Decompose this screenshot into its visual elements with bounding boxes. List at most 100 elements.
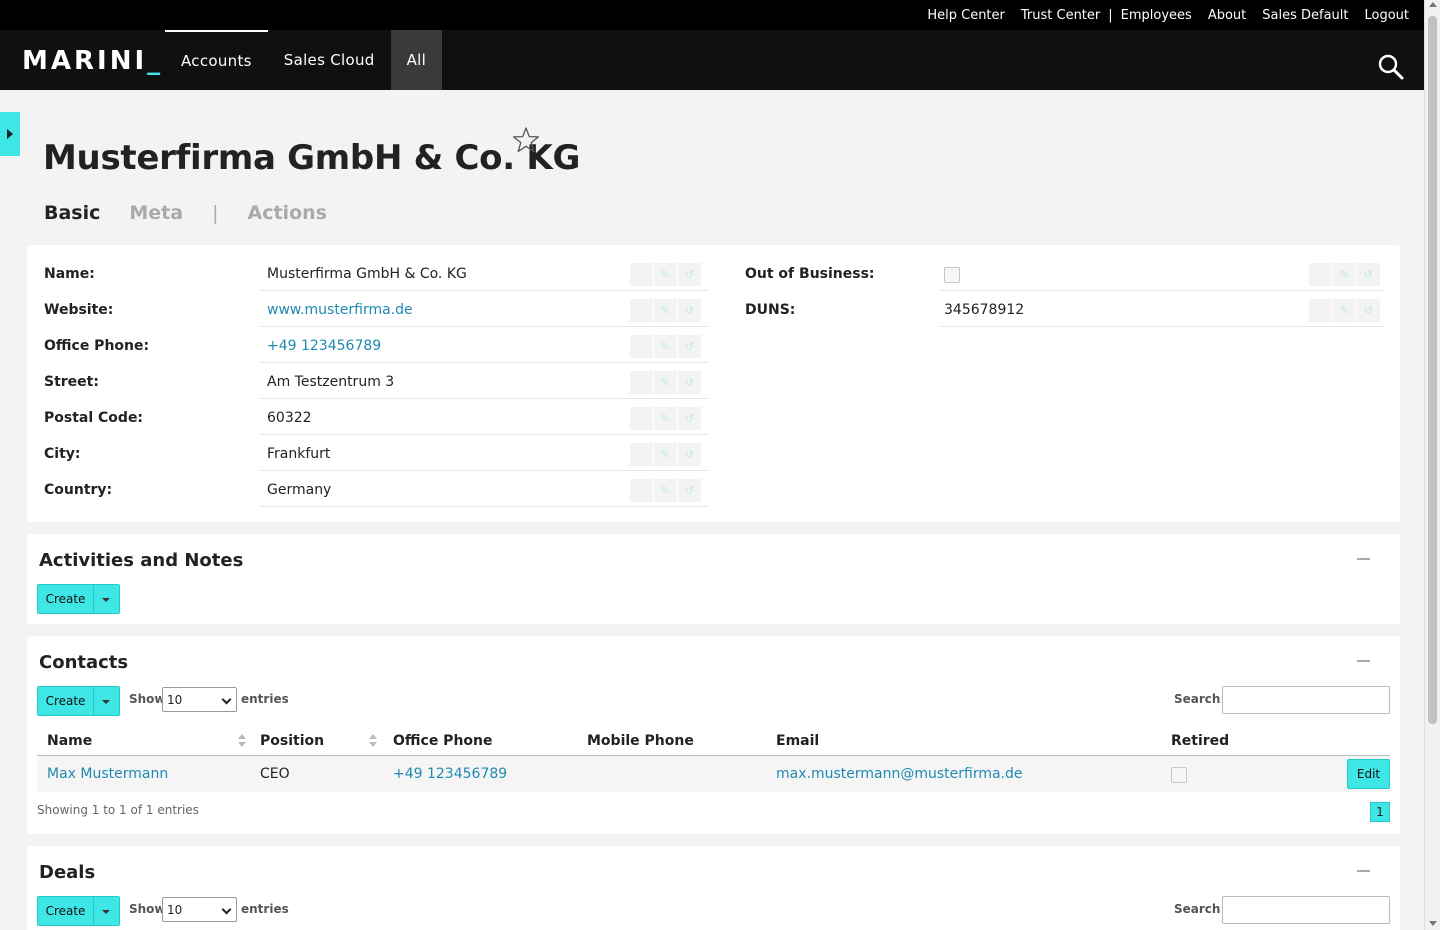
sort-icon[interactable] — [369, 734, 377, 748]
pencil-icon[interactable]: ✎ — [654, 407, 677, 430]
history-icon[interactable]: ↺ — [678, 299, 701, 322]
table-info: Showing 1 to 1 of 1 entries — [37, 803, 199, 817]
field-divider — [260, 362, 708, 363]
create-button-label[interactable]: Create — [38, 585, 94, 613]
page-size-select[interactable]: 10 — [162, 897, 237, 922]
field-blank-button[interactable] — [630, 479, 653, 502]
field-blank-button[interactable] — [630, 263, 653, 286]
pencil-icon[interactable]: ✎ — [654, 443, 677, 466]
field-blank-button[interactable] — [630, 443, 653, 466]
utility-separator: | — [1108, 7, 1113, 23]
pencil-icon[interactable]: ✎ — [654, 335, 677, 358]
create-contact-button[interactable]: Create — [37, 686, 120, 716]
field-label: DUNS: — [745, 302, 796, 318]
field-divider — [260, 434, 708, 435]
search-icon[interactable] — [1378, 54, 1404, 80]
nav-tab-sales-cloud[interactable]: Sales Cloud — [268, 30, 391, 90]
nav-tab-accounts[interactable]: Accounts — [165, 30, 268, 90]
pencil-icon[interactable]: ✎ — [654, 479, 677, 502]
contact-email-link[interactable]: max.mustermann@musterfirma.de — [776, 766, 1023, 782]
help-center-link[interactable]: Help Center — [927, 8, 1005, 23]
create-deal-button[interactable]: Create — [37, 896, 120, 926]
create-dropdown-caret-icon[interactable] — [94, 585, 119, 613]
sort-icon[interactable] — [238, 734, 246, 748]
pencil-icon[interactable]: ✎ — [1333, 263, 1356, 286]
collapse-icon[interactable] — [1357, 558, 1370, 560]
edit-contact-button[interactable]: Edit — [1347, 759, 1390, 789]
table-row: Max Mustermann CEO +49 123456789 max.mus… — [37, 756, 1390, 792]
history-icon[interactable]: ↺ — [678, 263, 701, 286]
sidebar-toggle-button[interactable] — [0, 112, 20, 156]
sales-default-link[interactable]: Sales Default — [1262, 8, 1348, 23]
history-icon[interactable]: ↺ — [1357, 263, 1380, 286]
field-value: 345678912 — [944, 302, 1025, 318]
subtab-actions[interactable]: Actions — [248, 202, 327, 224]
scroll-down-arrow-icon[interactable] — [1429, 921, 1437, 926]
page-size-select[interactable]: 10 — [162, 687, 237, 712]
page-scrollbar[interactable] — [1424, 0, 1440, 930]
contact-name-link[interactable]: Max Mustermann — [47, 766, 168, 782]
create-button-label[interactable]: Create — [38, 687, 94, 715]
chevron-down-icon — [221, 904, 232, 915]
scroll-up-arrow-icon[interactable] — [1429, 2, 1437, 7]
column-header-name[interactable]: Name — [47, 733, 92, 749]
history-icon[interactable]: ↺ — [1357, 299, 1380, 322]
employees-link[interactable]: Employees — [1121, 8, 1192, 23]
scrollbar-thumb[interactable] — [1428, 16, 1437, 724]
activities-title: Activities and Notes — [39, 550, 244, 571]
pencil-icon[interactable]: ✎ — [654, 371, 677, 394]
about-link[interactable]: About — [1208, 8, 1246, 23]
marini-logo[interactable]: MARINI_ — [22, 46, 163, 76]
deals-title: Deals — [39, 862, 96, 883]
contact-position: CEO — [260, 766, 290, 782]
create-dropdown-caret-icon[interactable] — [94, 897, 119, 925]
column-header-email[interactable]: Email — [776, 733, 819, 749]
history-icon[interactable]: ↺ — [678, 443, 701, 466]
nav-tabs: Accounts Sales Cloud All — [165, 30, 443, 90]
column-header-mobile-phone[interactable]: Mobile Phone — [587, 733, 694, 749]
create-activity-button[interactable]: Create — [37, 584, 120, 614]
field-action-buttons: ✎ ↺ — [630, 263, 702, 286]
trust-center-link[interactable]: Trust Center — [1021, 8, 1100, 23]
field-blank-button[interactable] — [630, 299, 653, 322]
field-blank-button[interactable] — [1309, 263, 1332, 286]
logout-link[interactable]: Logout — [1364, 8, 1409, 23]
page-size-value: 10 — [167, 902, 183, 917]
column-header-office-phone[interactable]: Office Phone — [393, 733, 493, 749]
subtab-basic[interactable]: Basic — [44, 202, 100, 224]
collapse-icon[interactable] — [1357, 660, 1370, 662]
out-of-business-checkbox[interactable] — [944, 267, 960, 283]
pencil-icon[interactable]: ✎ — [654, 299, 677, 322]
column-header-position[interactable]: Position — [260, 733, 324, 749]
field-blank-button[interactable] — [630, 371, 653, 394]
contact-office-phone-link[interactable]: +49 123456789 — [393, 766, 507, 782]
field-blank-button[interactable] — [1309, 299, 1332, 322]
favorite-star-icon[interactable] — [512, 126, 540, 154]
history-icon[interactable]: ↺ — [678, 335, 701, 358]
collapse-icon[interactable] — [1357, 870, 1370, 872]
column-header-retired[interactable]: Retired — [1171, 733, 1229, 749]
history-icon[interactable]: ↺ — [678, 479, 701, 502]
field-value: Am Testzentrum 3 — [267, 374, 395, 390]
entries-label: entries — [241, 692, 289, 706]
field-blank-button[interactable] — [630, 407, 653, 430]
history-icon[interactable]: ↺ — [678, 407, 701, 430]
history-icon[interactable]: ↺ — [678, 371, 701, 394]
field-value[interactable]: +49 123456789 — [267, 338, 381, 354]
field-action-buttons: ✎ ↺ — [630, 407, 702, 430]
create-dropdown-caret-icon[interactable] — [94, 687, 119, 715]
nav-tab-all[interactable]: All — [390, 30, 443, 90]
subtab-meta[interactable]: Meta — [129, 202, 183, 224]
pencil-icon[interactable]: ✎ — [1333, 299, 1356, 322]
field-label: Country: — [44, 482, 113, 498]
pencil-icon[interactable]: ✎ — [654, 263, 677, 286]
field-value: 60322 — [267, 410, 312, 426]
field-value[interactable]: www.musterfirma.de — [267, 302, 413, 318]
deals-search-input[interactable] — [1222, 896, 1390, 924]
create-button-label[interactable]: Create — [38, 897, 94, 925]
pagination-page-1[interactable]: 1 — [1370, 802, 1390, 822]
field-blank-button[interactable] — [630, 335, 653, 358]
field-divider — [260, 470, 708, 471]
contacts-search-input[interactable] — [1222, 686, 1390, 714]
field-divider — [260, 506, 708, 507]
